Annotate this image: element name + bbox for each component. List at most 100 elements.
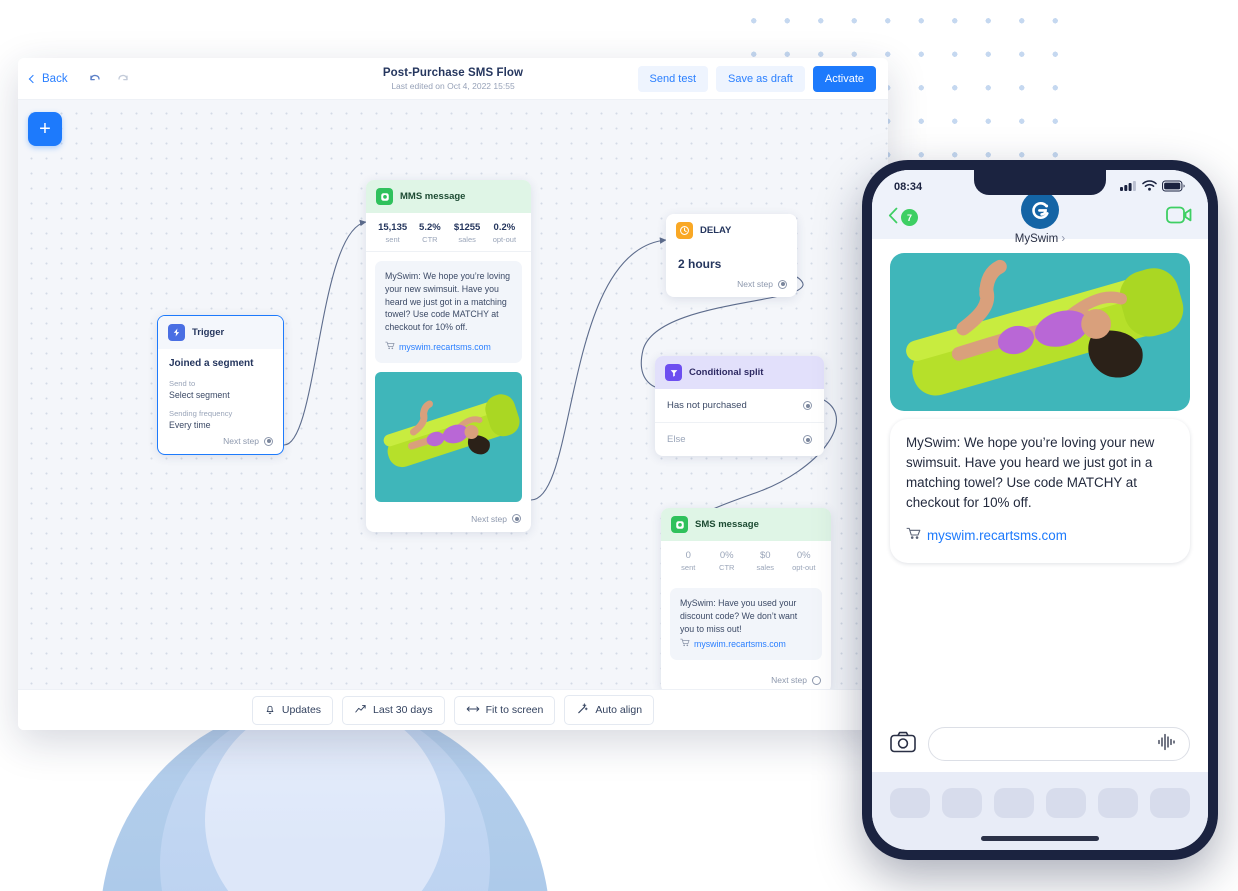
cellular-icon bbox=[1120, 180, 1137, 194]
node-mms-message[interactable]: MMS message 15,135 sent 5.2% CTR $1255 s… bbox=[366, 180, 531, 532]
message-media bbox=[890, 253, 1190, 411]
status-time: 08:34 bbox=[894, 181, 923, 193]
trigger-next-step-label: Next step bbox=[223, 436, 259, 446]
flow-canvas[interactable]: + Trigger Joined a segment Send to Selec… bbox=[18, 100, 888, 689]
wand-icon bbox=[576, 702, 589, 718]
message-bubble: MySwim: We hope you’re loving your new s… bbox=[890, 419, 1190, 563]
trigger-sendto-value[interactable]: Select segment bbox=[158, 388, 283, 400]
undo-icon[interactable] bbox=[88, 72, 102, 86]
activate-button[interactable]: Activate bbox=[812, 65, 876, 92]
dock-app-item[interactable] bbox=[942, 788, 982, 818]
mms-stat-sent: 15,135 sent bbox=[374, 222, 411, 244]
updates-label: Updates bbox=[281, 704, 322, 716]
trigger-sendto-label: Send to bbox=[169, 379, 196, 388]
mms-message-text: MySwim: We hope you’re loving your new s… bbox=[385, 271, 510, 332]
date-range-label: Last 30 days bbox=[373, 704, 433, 716]
save-as-draft-button[interactable]: Save as draft bbox=[716, 65, 805, 92]
date-range-button[interactable]: Last 30 days bbox=[342, 695, 445, 725]
node-mms-title: MMS message bbox=[400, 191, 466, 202]
connector-mms-to-delay bbox=[530, 237, 667, 501]
node-sms-message[interactable]: SMS message 0 sent 0% CTR $0 sales 0% op… bbox=[661, 508, 831, 689]
updates-button[interactable]: Updates bbox=[251, 695, 334, 725]
mms-ctr-label: CTR bbox=[422, 235, 438, 244]
topbar-actions: Send test Save as draft Activate bbox=[637, 65, 876, 92]
funnel-icon bbox=[665, 364, 682, 381]
fit-to-screen-button[interactable]: Fit to screen bbox=[453, 695, 556, 725]
dock-app-item[interactable] bbox=[994, 788, 1034, 818]
mms-message-body: MySwim: We hope you’re loving your new s… bbox=[375, 261, 522, 363]
mms-next-step[interactable]: Next step bbox=[366, 508, 531, 532]
node-trigger[interactable]: Trigger Joined a segment Send to Select … bbox=[157, 315, 284, 455]
split-branch-else[interactable]: Else bbox=[655, 422, 824, 456]
node-trigger-title: Trigger bbox=[192, 327, 225, 338]
node-split-title: Conditional split bbox=[689, 367, 764, 378]
mms-link-text: myswim.recartsms.com bbox=[399, 341, 491, 352]
node-conditional-split[interactable]: Conditional split Has not purchased Else bbox=[655, 356, 824, 456]
message-link-text: myswim.recartsms.com bbox=[927, 528, 1067, 544]
video-call-button[interactable] bbox=[1166, 206, 1192, 229]
sms-sales-label: sales bbox=[756, 563, 774, 572]
send-test-button[interactable]: Send test bbox=[637, 65, 709, 92]
trigger-frequency-value[interactable]: Every time bbox=[158, 418, 283, 430]
phone-back-button[interactable]: 7 bbox=[888, 207, 918, 229]
message-link[interactable]: myswim.recartsms.com bbox=[906, 526, 1174, 546]
phone-mockup: 08:34 7 MySwim › MySwim: We hope you’re … bbox=[862, 160, 1218, 860]
wifi-icon bbox=[1142, 180, 1157, 194]
camera-button[interactable] bbox=[890, 731, 916, 758]
sms-optout-label: opt-out bbox=[792, 563, 816, 572]
trigger-frequency-label: Sending frequency bbox=[169, 409, 233, 418]
cart-icon bbox=[906, 526, 921, 546]
flow-builder-window: Back Post-Purchase SMS Flow Last edited … bbox=[18, 58, 888, 730]
phone-conversation-header: 7 MySwim › bbox=[872, 190, 1208, 245]
sms-next-step[interactable]: Next step bbox=[661, 669, 831, 689]
phone-notch bbox=[974, 170, 1106, 195]
dock-app-item[interactable] bbox=[1150, 788, 1190, 818]
node-delay-title: DELAY bbox=[700, 225, 732, 236]
redo-icon[interactable] bbox=[116, 72, 130, 86]
sms-message-body: MySwim: Have you used your discount code… bbox=[670, 588, 822, 660]
split-branch-primary[interactable]: Has not purchased bbox=[655, 389, 824, 422]
back-button[interactable]: Back bbox=[28, 73, 68, 85]
mms-next-step-label: Next step bbox=[471, 513, 507, 524]
mms-optout-label: opt-out bbox=[492, 235, 517, 244]
mms-stats: 15,135 sent 5.2% CTR $1255 sales 0.2% op… bbox=[366, 213, 531, 252]
next-step-handle-icon[interactable] bbox=[803, 435, 812, 444]
next-step-handle-icon[interactable] bbox=[512, 514, 521, 523]
node-delay-header: DELAY bbox=[666, 214, 797, 247]
trigger-next-step[interactable]: Next step bbox=[158, 430, 283, 454]
dock-app-item[interactable] bbox=[890, 788, 930, 818]
audio-waveform-icon[interactable] bbox=[1157, 733, 1177, 756]
dock-app-item[interactable] bbox=[1098, 788, 1138, 818]
next-step-handle-icon[interactable] bbox=[812, 675, 821, 685]
message-input[interactable] bbox=[928, 727, 1190, 761]
next-step-handle-icon[interactable] bbox=[803, 401, 812, 410]
mms-stat-sales: $1255 sales bbox=[449, 222, 486, 244]
sms-stat-sent: 0 sent bbox=[669, 550, 708, 572]
message-text: MySwim: We hope you’re loving your new s… bbox=[906, 435, 1155, 511]
node-delay[interactable]: DELAY 2 hours Next step bbox=[666, 214, 797, 297]
auto-align-button[interactable]: Auto align bbox=[564, 695, 655, 725]
dock-app-item[interactable] bbox=[1046, 788, 1086, 818]
next-step-handle-icon[interactable] bbox=[778, 279, 787, 289]
delay-value[interactable]: 2 hours bbox=[666, 247, 797, 273]
mms-stat-ctr: 5.2% CTR bbox=[411, 222, 448, 244]
mms-message-link[interactable]: myswim.recartsms.com bbox=[385, 341, 512, 354]
arrows-horizontal-icon bbox=[466, 703, 480, 718]
delay-next-step-label: Next step bbox=[737, 279, 773, 289]
next-step-handle-icon[interactable] bbox=[264, 436, 273, 446]
node-sms-header: SMS message bbox=[661, 508, 831, 541]
sms-sales-value: $0 bbox=[759, 550, 771, 561]
chart-icon bbox=[354, 703, 367, 718]
sms-stat-sales: $0 sales bbox=[746, 550, 785, 572]
bell-icon bbox=[264, 703, 276, 718]
video-camera-icon bbox=[1166, 206, 1192, 224]
auto-align-label: Auto align bbox=[595, 704, 643, 716]
sms-next-step-label: Next step bbox=[771, 675, 807, 685]
sms-stat-ctr: 0% CTR bbox=[708, 550, 747, 572]
bolt-icon bbox=[168, 324, 185, 341]
delay-next-step[interactable]: Next step bbox=[666, 273, 797, 297]
mms-stat-optout: 0.2% opt-out bbox=[486, 222, 523, 244]
node-sms-title: SMS message bbox=[695, 519, 759, 530]
sms-message-link[interactable]: myswim.recartsms.com bbox=[680, 638, 812, 651]
cart-icon bbox=[385, 341, 395, 354]
